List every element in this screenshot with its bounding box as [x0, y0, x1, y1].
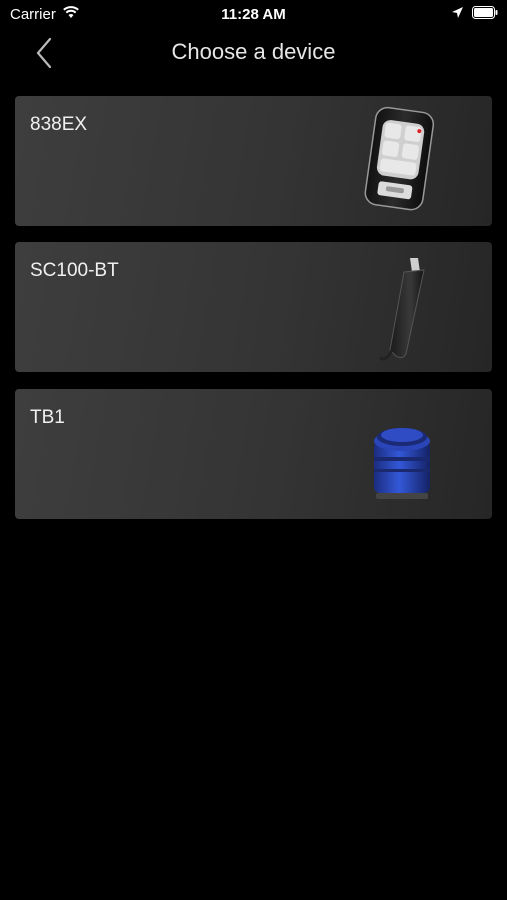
- location-arrow-icon: [452, 7, 463, 18]
- device-label: SC100-BT: [30, 260, 119, 281]
- device-card-tb1[interactable]: TB1: [15, 389, 492, 519]
- device-label: TB1: [30, 407, 65, 428]
- device-label: 838EX: [30, 114, 88, 135]
- page-title: Choose a device: [171, 39, 336, 64]
- key-fob-image: [364, 106, 435, 211]
- device-card-sc100-bt[interactable]: SC100-BT: [15, 242, 492, 372]
- device-card-838ex[interactable]: 838EX: [15, 96, 492, 226]
- tire-valve-cap-image: [374, 428, 430, 499]
- navigation-bar: Choose a device: [0, 30, 507, 76]
- blade-sensor-image: [379, 258, 425, 361]
- status-bar: Carrier 11:28 AM: [0, 0, 507, 28]
- battery-icon: [472, 6, 498, 19]
- status-time: 11:28 AM: [221, 6, 286, 23]
